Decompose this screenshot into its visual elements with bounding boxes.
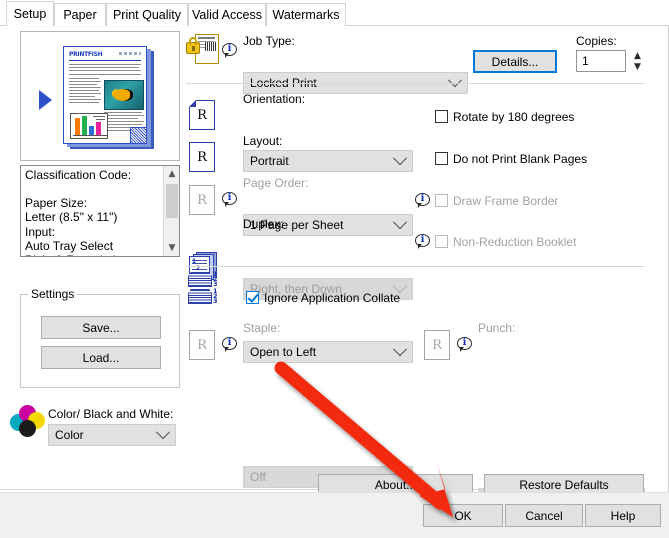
tab-valid-access[interactable]: Valid Access — [188, 3, 266, 26]
locked-document-icon — [186, 34, 220, 68]
job-type-details-button[interactable]: Details... — [473, 50, 557, 73]
dialog-footer: OK Cancel Help — [0, 492, 669, 538]
draw-frame-border-checkbox — [435, 194, 448, 207]
no-blank-pages-checkbox[interactable] — [435, 152, 448, 165]
divider — [186, 83, 645, 84]
spinner-up-icon[interactable]: ▲ — [629, 50, 646, 61]
ignore-collate-checkbox[interactable] — [246, 291, 259, 304]
job-type-label: Job Type: — [243, 34, 295, 48]
classification-line: Letter (8.5" x 11") — [25, 210, 161, 224]
page-orientation-r-icon: R — [189, 100, 215, 130]
settings-group: Settings Save... Load... — [20, 294, 180, 388]
preview-direction-arrow-icon — [39, 90, 52, 110]
orientation-value: Portrait — [250, 154, 289, 168]
chevron-down-icon — [393, 151, 407, 165]
duplex-combobox[interactable]: Open to Left — [243, 341, 413, 363]
tab-paper[interactable]: Paper — [54, 3, 106, 26]
cmyk-color-wheel-icon — [10, 405, 44, 439]
copies-input[interactable]: 1 — [576, 50, 626, 72]
punch-label: Punch: — [478, 321, 515, 335]
spinner-down-icon[interactable]: ▼ — [629, 61, 646, 72]
page-layout-r-icon: R — [189, 142, 215, 172]
tab-print-quality[interactable]: Print Quality — [106, 3, 188, 26]
save-settings-button[interactable]: Save... — [41, 316, 161, 339]
punch-r-icon: R — [424, 330, 450, 360]
page-order-info-icon[interactable]: i — [222, 192, 238, 208]
document-thumbnail-icon: PRINTFISH — [63, 46, 159, 150]
layout-label: Layout: — [243, 134, 282, 148]
orientation-label: Orientation: — [243, 92, 305, 106]
color-mode-combobox[interactable]: Color — [48, 424, 176, 446]
help-button[interactable]: Help — [585, 504, 661, 527]
color-mode-label: Color/ Black and White: — [48, 407, 173, 421]
load-settings-button[interactable]: Load... — [41, 346, 161, 369]
document-preview: PRINTFISH — [20, 31, 180, 161]
non-reduction-booklet-label: Non-Reduction Booklet — [453, 235, 576, 249]
ok-button[interactable]: OK — [423, 504, 503, 527]
classification-line: Plain & Recycled — [25, 253, 161, 257]
preview-doc-title: PRINTFISH — [69, 51, 102, 58]
orientation-combobox[interactable]: Portrait — [243, 150, 413, 172]
chevron-down-icon — [156, 425, 170, 439]
classification-line: Paper Size: — [25, 196, 161, 210]
staple-value: Off — [250, 470, 266, 484]
chevron-down-icon — [393, 215, 407, 229]
non-reduction-booklet-checkbox — [435, 235, 448, 248]
staple-info-icon[interactable]: i — [222, 337, 238, 353]
tab-watermarks[interactable]: Watermarks — [266, 3, 346, 26]
classification-code-list[interactable]: Classification Code: Paper Size: Letter … — [20, 165, 180, 257]
scrollbar-thumb[interactable] — [166, 184, 178, 218]
classification-scrollbar[interactable]: ▲ ▼ — [163, 166, 179, 256]
page-order-label: Page Order: — [243, 176, 308, 190]
job-type-info-icon[interactable]: i — [222, 43, 238, 59]
tab-setup[interactable]: Setup — [6, 1, 54, 26]
chevron-down-icon — [393, 342, 407, 356]
scroll-down-icon[interactable]: ▼ — [164, 240, 180, 256]
preview-bar-chart-icon — [70, 113, 108, 139]
page-order-r-icon: R — [189, 185, 215, 215]
classification-line-blank — [25, 182, 161, 196]
rotate-180-checkbox[interactable] — [435, 110, 448, 123]
ignore-collate-label: Ignore Application Collate — [264, 291, 400, 305]
duplex-value: Open to Left — [250, 345, 316, 359]
classification-line: Input: — [25, 225, 161, 239]
settings-group-legend: Settings — [28, 287, 77, 301]
chevron-down-icon — [448, 73, 462, 87]
punch-info-icon[interactable]: i — [457, 337, 473, 353]
staple-label: Staple: — [243, 321, 280, 335]
booklet-info-icon[interactable]: i — [415, 234, 431, 250]
classification-line: Classification Code: — [25, 168, 161, 182]
classification-line: Auto Tray Select — [25, 239, 161, 253]
color-mode-value: Color — [55, 428, 84, 442]
copies-label: Copies: — [576, 34, 617, 48]
collate-stacks-icon: 123 123 — [188, 272, 222, 310]
setup-tab-panel: PRINTFISH — [0, 26, 669, 492]
preview-photo-fish-icon — [104, 80, 144, 110]
classification-code-rows: Classification Code: Paper Size: Letter … — [25, 168, 161, 257]
copies-spinner[interactable]: ▲ ▼ — [629, 50, 646, 72]
divider — [186, 266, 645, 267]
draw-frame-border-label: Draw Frame Border — [453, 194, 558, 208]
rotate-180-label: Rotate by 180 degrees — [453, 110, 574, 124]
scroll-up-icon[interactable]: ▲ — [164, 166, 180, 182]
draw-frame-border-info-icon[interactable]: i — [415, 193, 431, 209]
staple-r-icon: R — [189, 330, 215, 360]
no-blank-pages-label: Do not Print Blank Pages — [453, 152, 587, 166]
duplex-label: Duplex: — [243, 217, 284, 231]
tab-strip: Setup Paper Print Quality Valid Access W… — [0, 0, 669, 26]
cancel-button[interactable]: Cancel — [505, 504, 583, 527]
